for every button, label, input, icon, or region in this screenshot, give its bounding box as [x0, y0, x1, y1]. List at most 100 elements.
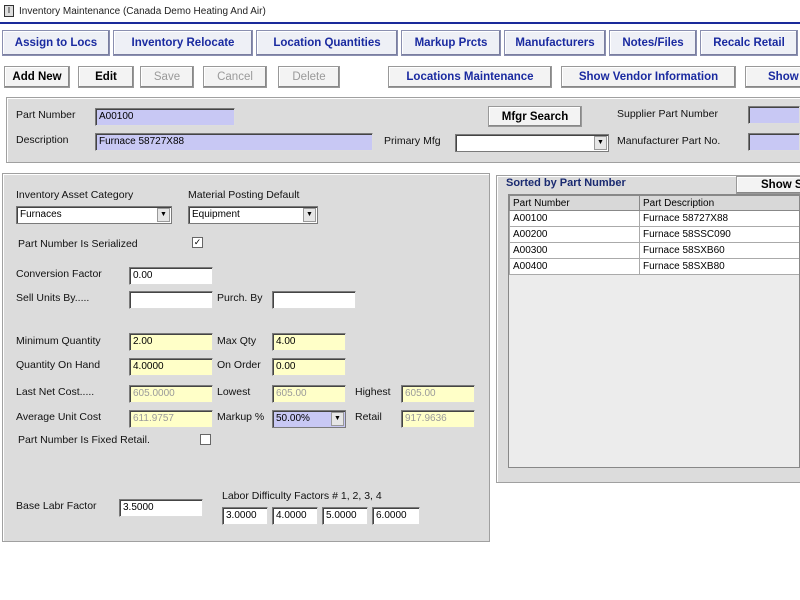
last-net-cost-label: Last Net Cost..... [16, 386, 95, 398]
labor-factor-3-field[interactable]: 5.0000 [322, 507, 368, 525]
part-number-label: Part Number [16, 109, 76, 121]
average-unit-cost-label: Average Unit Cost [16, 411, 102, 423]
labor-difficulty-label: Labor Difficulty Factors # 1, 2, 3, 4 [222, 490, 382, 502]
lowest-field: 605.00 [272, 385, 346, 403]
window-title: Inventory Maintenance (Canada Demo Heati… [19, 5, 266, 17]
supplier-part-number-label: Supplier Part Number [617, 108, 718, 120]
part-number-cell: A00400 [509, 258, 640, 275]
notes-files-button[interactable]: Notes/Files [609, 30, 697, 56]
on-order-label: On Order [217, 359, 261, 371]
app-icon: I [4, 5, 14, 17]
locations-maintenance-button[interactable]: Locations Maintenance [388, 66, 552, 88]
inventory-asset-category-label: Inventory Asset Category [16, 189, 134, 201]
show-button[interactable]: Show [745, 66, 800, 88]
part-description-cell: Furnace 58727X88 [639, 210, 799, 227]
minimum-quantity-field[interactable]: 2.00 [129, 333, 213, 351]
labor-factor-1-field[interactable]: 3.0000 [222, 507, 268, 525]
manufacturers-button[interactable]: Manufacturers [504, 30, 606, 56]
sorted-list-title: Sorted by Part Number [506, 177, 626, 189]
labor-factor-2-field[interactable]: 4.0000 [272, 507, 318, 525]
part-description-cell: Furnace 58SSC090 [639, 226, 799, 243]
fixed-retail-checkbox[interactable] [200, 434, 211, 445]
part-number-cell: A00200 [509, 226, 640, 243]
table-row[interactable]: A00400 Furnace 58SXB80 [509, 258, 799, 275]
table-row[interactable]: A00200 Furnace 58SSC090 [509, 226, 799, 243]
markup-prcts-button[interactable]: Markup Prcts [401, 30, 501, 56]
quantity-on-hand-label: Quantity On Hand [16, 359, 101, 371]
average-unit-cost-field: 611.9757 [129, 410, 213, 428]
inventory-relocate-button[interactable]: Inventory Relocate [113, 30, 253, 56]
parts-grid: Part Number Part Description A00100 Furn… [508, 194, 800, 468]
chevron-down-icon[interactable]: ▼ [331, 412, 344, 426]
part-number-cell: A00100 [509, 210, 640, 227]
inventory-asset-category-select[interactable]: Furnaces ▼ [16, 206, 172, 224]
purch-by-field[interactable] [272, 291, 356, 309]
cancel-button[interactable]: Cancel [203, 66, 267, 88]
sell-units-by-field[interactable] [129, 291, 213, 309]
show-search-button[interactable]: Show Se [736, 176, 800, 194]
edit-button[interactable]: Edit [78, 66, 134, 88]
description-field[interactable]: Furnace 58727X88 [95, 133, 373, 151]
base-labr-factor-field[interactable]: 3.5000 [119, 499, 203, 517]
material-posting-default-value: Equipment [192, 209, 240, 220]
retail-label: Retail [355, 411, 382, 423]
manufacturer-part-no-label: Manufacturer Part No. [617, 135, 721, 147]
conversion-factor-label: Conversion Factor [16, 268, 102, 280]
tab-bar: Assign to Locs Inventory Relocate Locati… [0, 28, 800, 58]
highest-field: 605.00 [401, 385, 475, 403]
recalc-retail-button[interactable]: Recalc Retail [700, 30, 798, 56]
markup-value: 50.00% [276, 413, 310, 424]
purch-by-label: Purch. By [217, 292, 263, 304]
grid-header-row: Part Number Part Description [509, 195, 799, 211]
highest-label: Highest [355, 386, 391, 398]
chevron-down-icon[interactable]: ▼ [594, 136, 607, 150]
inventory-asset-category-value: Furnaces [20, 209, 62, 220]
part-number-cell: A00300 [509, 242, 640, 259]
save-button[interactable]: Save [140, 66, 194, 88]
column-header-part-description[interactable]: Part Description [639, 195, 799, 211]
material-posting-default-select[interactable]: Equipment ▼ [188, 206, 318, 224]
material-posting-default-label: Material Posting Default [188, 189, 300, 201]
primary-mfg-label: Primary Mfg [384, 135, 441, 147]
check-icon: ✓ [193, 237, 202, 247]
part-number-field[interactable]: A00100 [95, 108, 235, 126]
part-number-is-fixed-retail-label: Part Number Is Fixed Retail. [18, 434, 150, 446]
title-bar: I Inventory Maintenance (Canada Demo Hea… [0, 0, 800, 24]
manufacturer-part-no-field[interactable] [748, 133, 800, 151]
on-order-field[interactable]: 0.00 [272, 358, 346, 376]
primary-mfg-select[interactable]: ▼ [455, 134, 609, 152]
retail-field: 917.9636 [401, 410, 475, 428]
max-qty-label: Max Qty [217, 335, 257, 347]
header-panel [6, 97, 800, 163]
quantity-on-hand-field[interactable]: 4.0000 [129, 358, 213, 376]
base-labr-factor-label: Base Labr Factor [16, 500, 97, 512]
labor-factor-4-field[interactable]: 6.0000 [372, 507, 420, 525]
lowest-label: Lowest [217, 386, 251, 398]
add-new-button[interactable]: Add New [4, 66, 70, 88]
chevron-down-icon[interactable]: ▼ [303, 208, 316, 222]
part-description-cell: Furnace 58SXB60 [639, 242, 799, 259]
location-quantities-button[interactable]: Location Quantities [256, 30, 398, 56]
markup-select[interactable]: 50.00% ▼ [272, 410, 346, 428]
table-row[interactable]: A00100 Furnace 58727X88 [509, 210, 799, 227]
assign-to-locs-button[interactable]: Assign to Locs [2, 30, 110, 56]
part-number-is-serialized-label: Part Number Is Serialized [18, 238, 138, 250]
conversion-factor-field[interactable]: 0.00 [129, 267, 213, 285]
details-panel [2, 173, 490, 542]
delete-button[interactable]: Delete [278, 66, 340, 88]
markup-label: Markup % [217, 411, 265, 423]
sell-units-by-label: Sell Units By..... [16, 292, 90, 304]
table-row[interactable]: A00300 Furnace 58SXB60 [509, 242, 799, 259]
last-net-cost-field: 605.0000 [129, 385, 213, 403]
max-qty-field[interactable]: 4.00 [272, 333, 346, 351]
serialized-checkbox[interactable]: ✓ [192, 237, 203, 248]
part-description-cell: Furnace 58SXB80 [639, 258, 799, 275]
minimum-quantity-label: Minimum Quantity [16, 335, 101, 347]
column-header-part-number[interactable]: Part Number [509, 195, 640, 211]
chevron-down-icon[interactable]: ▼ [157, 208, 170, 222]
show-vendor-information-button[interactable]: Show Vendor Information [561, 66, 736, 88]
description-label: Description [16, 134, 69, 146]
supplier-part-number-field[interactable] [748, 106, 800, 124]
toolbar: Add New Edit Save Cancel Delete Location… [0, 62, 800, 92]
mfgr-search-button[interactable]: Mfgr Search [488, 106, 582, 127]
